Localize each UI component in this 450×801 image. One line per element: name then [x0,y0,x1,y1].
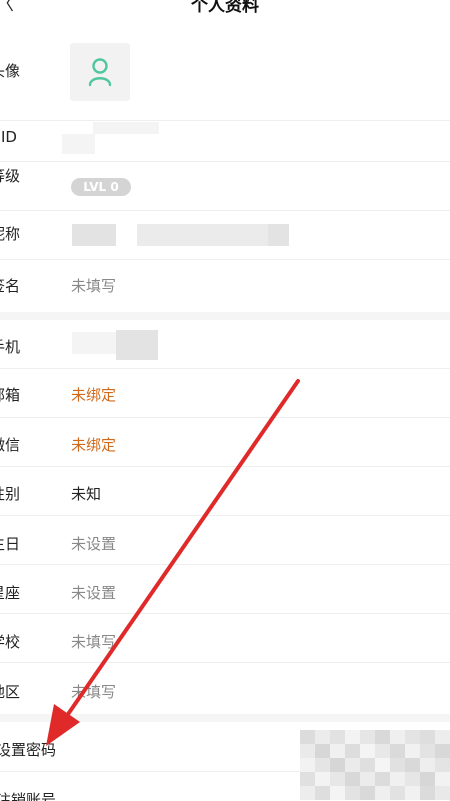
user-avatar-icon [88,58,112,87]
region-label: 地区 [0,683,21,701]
level-label: 等级 [0,167,21,185]
row-phone[interactable]: 手机 [0,320,450,369]
nickname-value-redacted-2 [137,224,289,246]
cancel-account-label: 注销账号 [0,791,57,801]
row-gender[interactable]: 性别 未知 [0,467,450,516]
uid-value-redacted [93,122,159,134]
email-value: 未绑定 [71,386,117,404]
birthday-value: 未设置 [71,535,117,553]
row-avatar[interactable]: 头像 [0,22,450,121]
zodiac-label: 星座 [0,584,21,602]
nickname-value-redacted [72,224,116,246]
row-email[interactable]: 邮箱 未绑定 [0,369,450,418]
row-region[interactable]: 地区 未填写 [0,663,450,714]
region-value: 未填写 [71,683,117,701]
avatar[interactable] [70,43,130,101]
mosaic-redaction [300,730,450,801]
nickname-label: 昵称 [0,225,21,243]
wechat-label: 微信 [0,436,21,454]
avatar-label: 头像 [0,62,21,80]
section-divider-1 [0,312,450,320]
set-password-label: 设置密码 [0,741,57,759]
zodiac-value: 未设置 [71,584,117,602]
signature-label: 签名 [0,277,21,295]
page-title: 个人资料 [191,0,259,16]
row-signature[interactable]: 签名 未填写 [0,260,450,312]
gender-value: 未知 [71,485,102,503]
nickname-value-redacted-3 [268,224,289,246]
header: 〈 个人资料 [0,0,450,22]
signature-value: 未填写 [71,277,117,295]
uid-value-redacted-2 [62,134,95,154]
uid-label: UID [0,128,17,146]
level-badge: LVL 0 [71,178,131,196]
phone-value-redacted [72,332,116,354]
wechat-value: 未绑定 [71,436,117,454]
profile-page: 〈 个人资料 头像 UID 等级 LVL 0 昵称 签名 未填写 手机 邮 [0,0,450,801]
row-school[interactable]: 学校 未填写 [0,614,450,663]
phone-value-redacted-2 [116,330,158,360]
row-wechat[interactable]: 微信 未绑定 [0,418,450,467]
phone-label: 手机 [0,338,21,356]
birthday-label: 生日 [0,535,21,553]
row-zodiac[interactable]: 星座 未设置 [0,565,450,614]
section-divider-2 [0,714,450,722]
school-value: 未填写 [71,633,117,651]
gender-label: 性别 [0,485,21,503]
school-label: 学校 [0,633,21,651]
row-level[interactable]: 等级 [0,162,450,211]
row-birthday[interactable]: 生日 未设置 [0,516,450,565]
email-label: 邮箱 [0,386,21,404]
